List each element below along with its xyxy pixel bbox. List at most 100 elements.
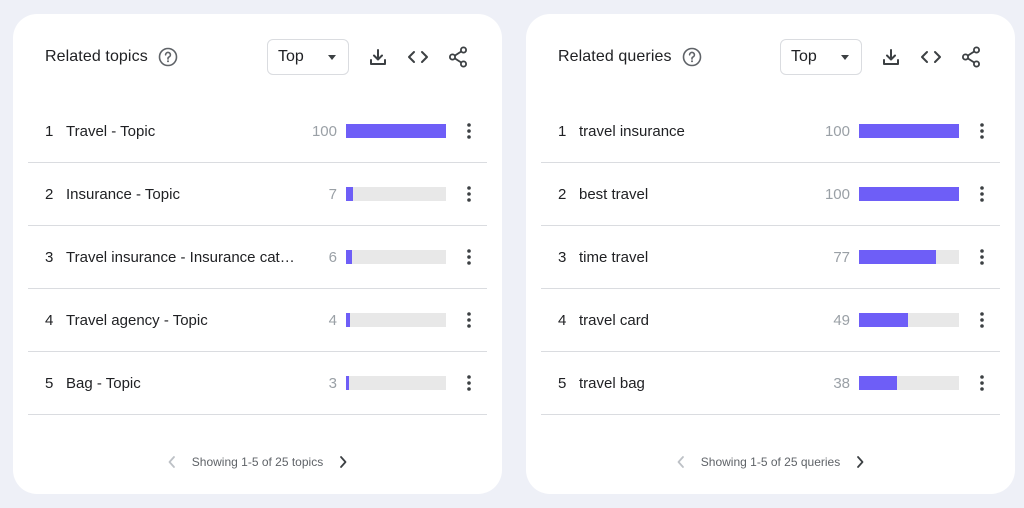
row-value: 100	[824, 185, 850, 203]
value-bar	[346, 187, 446, 201]
row-value: 6	[328, 248, 337, 266]
row-value: 7	[328, 185, 337, 203]
row-value: 4	[328, 311, 337, 329]
list-item[interactable]: 2 Insurance - Topic 7	[28, 163, 487, 226]
value-bar-fill	[859, 376, 897, 390]
row-rank: 1	[558, 122, 567, 140]
value-bar	[859, 250, 959, 264]
list-item[interactable]: 1 travel insurance 100	[541, 100, 1000, 163]
chevron-left-icon[interactable]	[160, 450, 184, 474]
row-label[interactable]: travel insurance	[579, 123, 815, 140]
order-select[interactable]: Top	[267, 39, 349, 75]
order-select-value: Top	[278, 48, 304, 65]
more-vert-icon[interactable]	[457, 245, 481, 269]
row-label[interactable]: travel card	[579, 312, 815, 329]
row-rank: 4	[558, 311, 567, 329]
help-circle-icon[interactable]	[682, 47, 702, 67]
value-bar	[859, 376, 959, 390]
list-item[interactable]: 3 time travel 77	[541, 226, 1000, 289]
list-item[interactable]: 4 travel card 49	[541, 289, 1000, 352]
pagination-label: Showing 1-5 of 25 queries	[700, 455, 841, 469]
value-bar-fill	[859, 250, 936, 264]
value-bar	[859, 187, 959, 201]
list-item[interactable]: 3 Travel insurance - Insurance category …	[28, 226, 487, 289]
more-vert-icon[interactable]	[970, 182, 994, 206]
download-icon[interactable]	[879, 45, 903, 69]
card-title: Related topics	[45, 48, 148, 65]
related-topics-card: Related topics Top 1 Travel - Topic 100 …	[13, 14, 502, 494]
row-label[interactable]: time travel	[579, 249, 815, 266]
value-bar	[859, 313, 959, 327]
caret-down-icon	[841, 54, 849, 60]
code-embed-icon[interactable]	[406, 45, 430, 69]
value-bar-fill	[346, 376, 349, 390]
row-rank: 3	[45, 248, 54, 266]
row-rank: 2	[45, 185, 54, 203]
value-bar	[859, 124, 959, 138]
value-bar-fill	[859, 313, 908, 327]
row-label[interactable]: Bag - Topic	[66, 375, 302, 392]
more-vert-icon[interactable]	[970, 308, 994, 332]
row-label[interactable]: best travel	[579, 186, 815, 203]
row-value: 77	[833, 248, 850, 266]
card-title: Related queries	[558, 48, 672, 65]
value-bar	[346, 250, 446, 264]
row-rank: 4	[45, 311, 54, 329]
row-rank: 3	[558, 248, 567, 266]
pagination-label: Showing 1-5 of 25 topics	[191, 455, 324, 469]
more-vert-icon[interactable]	[457, 371, 481, 395]
pagination: Showing 1-5 of 25 queries	[526, 450, 1015, 474]
row-value: 100	[311, 122, 337, 140]
card-header: Related queries Top	[558, 39, 983, 75]
value-bar	[346, 376, 446, 390]
order-select[interactable]: Top	[780, 39, 862, 75]
row-rank: 5	[558, 374, 567, 392]
help-circle-icon[interactable]	[158, 47, 178, 67]
value-bar-fill	[346, 124, 446, 138]
value-bar	[346, 124, 446, 138]
card-header: Related topics Top	[45, 39, 470, 75]
topics-list: 1 Travel - Topic 100 2 Insurance - Topic…	[28, 100, 487, 415]
order-select-value: Top	[791, 48, 817, 65]
value-bar-fill	[346, 313, 350, 327]
row-value: 3	[328, 374, 337, 392]
row-label[interactable]: travel bag	[579, 375, 815, 392]
list-item[interactable]: 5 travel bag 38	[541, 352, 1000, 415]
share-icon[interactable]	[959, 45, 983, 69]
pagination: Showing 1-5 of 25 topics	[13, 450, 502, 474]
value-bar-fill	[859, 187, 959, 201]
more-vert-icon[interactable]	[970, 119, 994, 143]
value-bar-fill	[859, 124, 959, 138]
row-label[interactable]: Travel - Topic	[66, 123, 302, 140]
more-vert-icon[interactable]	[457, 308, 481, 332]
share-icon[interactable]	[446, 45, 470, 69]
download-icon[interactable]	[366, 45, 390, 69]
row-label[interactable]: Insurance - Topic	[66, 186, 302, 203]
queries-list: 1 travel insurance 100 2 best travel 100…	[541, 100, 1000, 415]
row-label[interactable]: Travel insurance - Insurance category	[66, 249, 302, 266]
code-embed-icon[interactable]	[919, 45, 943, 69]
row-value: 100	[824, 122, 850, 140]
more-vert-icon[interactable]	[970, 245, 994, 269]
row-rank: 2	[558, 185, 567, 203]
chevron-right-icon[interactable]	[331, 450, 355, 474]
row-value: 38	[833, 374, 850, 392]
value-bar-fill	[346, 187, 353, 201]
caret-down-icon	[328, 54, 336, 60]
list-item[interactable]: 5 Bag - Topic 3	[28, 352, 487, 415]
more-vert-icon[interactable]	[457, 119, 481, 143]
row-label[interactable]: Travel agency - Topic	[66, 312, 302, 329]
more-vert-icon[interactable]	[457, 182, 481, 206]
list-item[interactable]: 1 Travel - Topic 100	[28, 100, 487, 163]
row-rank: 1	[45, 122, 54, 140]
chevron-left-icon[interactable]	[669, 450, 693, 474]
more-vert-icon[interactable]	[970, 371, 994, 395]
value-bar-fill	[346, 250, 352, 264]
list-item[interactable]: 4 Travel agency - Topic 4	[28, 289, 487, 352]
list-item[interactable]: 2 best travel 100	[541, 163, 1000, 226]
related-queries-card: Related queries Top 1 travel insurance 1…	[526, 14, 1015, 494]
chevron-right-icon[interactable]	[848, 450, 872, 474]
row-value: 49	[833, 311, 850, 329]
row-rank: 5	[45, 374, 54, 392]
value-bar	[346, 313, 446, 327]
